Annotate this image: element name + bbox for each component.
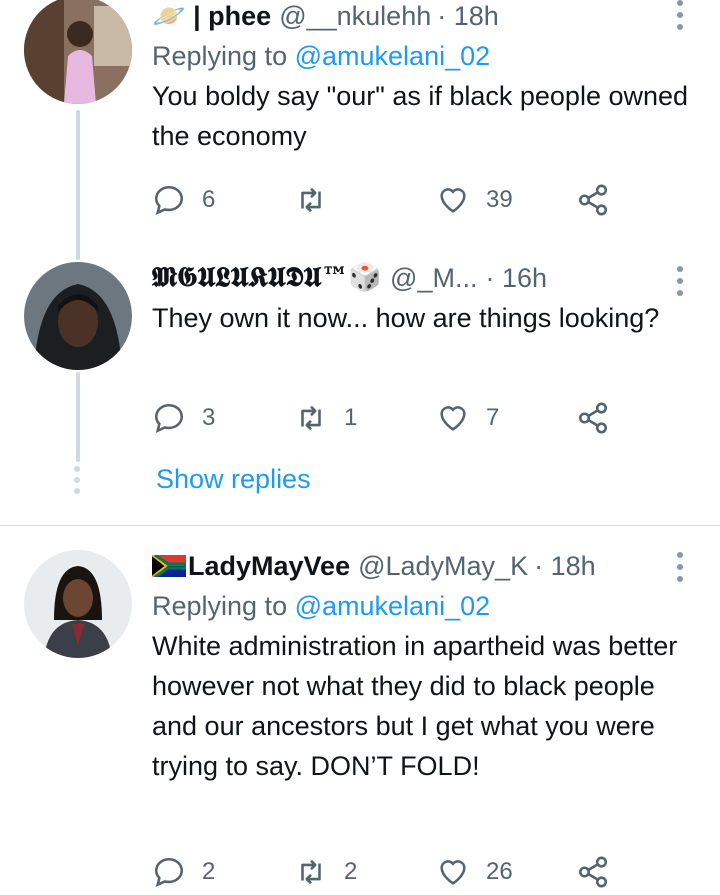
heart-icon: [440, 406, 466, 431]
handle[interactable]: @LadyMay_K: [358, 550, 528, 582]
reply-button[interactable]: 3: [152, 398, 215, 438]
handle[interactable]: @__nkulehh: [279, 0, 431, 32]
display-name[interactable]: LadyMayVee: [188, 550, 350, 582]
reply-count: 3: [202, 404, 216, 431]
retweet-count: 1: [344, 404, 358, 431]
retweet-icon: [301, 187, 321, 213]
thread-ellipsis: [74, 466, 82, 494]
mention-link[interactable]: @amukelani_02: [295, 591, 491, 621]
tweet-actions: 3 1 7: [152, 398, 642, 438]
tweet-header: 🪐 | phee @__nkulehh · 18h: [152, 0, 690, 32]
retweet-button[interactable]: 2: [294, 852, 357, 892]
share-button[interactable]: [576, 180, 626, 220]
tweet-actions: 6 39: [152, 180, 642, 220]
like-button[interactable]: 26: [436, 852, 513, 892]
mention-link[interactable]: @amukelani_02: [295, 41, 491, 71]
handle[interactable]: @_M...: [390, 262, 477, 294]
tweet-actions: 2 2 26: [152, 852, 642, 892]
tweet-1[interactable]: 🪐 | phee @__nkulehh · 18h Replying to @a…: [0, 0, 720, 260]
tweet-text: White administration in apartheid was be…: [152, 631, 678, 781]
like-button[interactable]: 39: [436, 180, 513, 220]
replying-to: Replying to @amukelani_02: [152, 40, 690, 72]
tweet-header: LadyMayVee @LadyMay_K · 18h: [152, 550, 690, 582]
retweet-button[interactable]: 1: [294, 398, 357, 438]
avatar-image: [24, 0, 132, 104]
timestamp[interactable]: · 18h: [437, 0, 499, 32]
avatar-image: [24, 262, 132, 370]
reply-button[interactable]: 6: [152, 180, 215, 220]
replying-label: Replying to: [152, 591, 288, 621]
reply-count: 6: [202, 186, 216, 213]
avatar-image: [24, 550, 132, 658]
display-name[interactable]: 𝕸𝕲𝖀𝕷𝖀𝕶𝖀𝕯𝖀™🎲: [152, 262, 382, 294]
thread-line: [76, 372, 80, 462]
avatar[interactable]: [24, 550, 132, 658]
like-count: 7: [486, 404, 500, 431]
heart-icon: [440, 860, 466, 885]
tweet-text: They own it now... how are things lookin…: [152, 303, 660, 333]
tweet-header: 𝕸𝕲𝖀𝕷𝖀𝕶𝖀𝕯𝖀™🎲 @_M... · 16h: [152, 262, 690, 294]
heart-icon: [440, 188, 466, 213]
more-options-button[interactable]: [670, 266, 690, 296]
share-button[interactable]: [576, 852, 626, 892]
retweet-button[interactable]: [294, 180, 344, 220]
like-count: 26: [486, 858, 513, 885]
retweet-icon: [301, 859, 321, 885]
south-africa-flag-icon: [152, 555, 186, 577]
show-replies-link[interactable]: Show replies: [156, 464, 311, 495]
like-count: 39: [486, 186, 513, 213]
retweet-count: 2: [344, 858, 358, 885]
share-icon: [578, 856, 608, 888]
replying-to: Replying to @amukelani_02: [152, 590, 690, 622]
replying-label: Replying to: [152, 41, 288, 71]
divider: [0, 525, 720, 526]
tweet-3[interactable]: LadyMayVee @LadyMay_K · 18h Replying to …: [0, 550, 720, 895]
tweet-text: You boldy say "our" as if black people o…: [152, 81, 689, 151]
tweet-2[interactable]: 𝕸𝕲𝖀𝕷𝖀𝕶𝖀𝕯𝖀™🎲 @_M... · 16h They own it now…: [0, 262, 720, 462]
timestamp[interactable]: · 18h: [534, 550, 596, 582]
avatar[interactable]: [24, 262, 132, 370]
reply-icon: [154, 857, 184, 888]
share-icon: [578, 402, 608, 434]
like-button[interactable]: 7: [436, 398, 499, 438]
more-options-button[interactable]: [670, 0, 690, 30]
more-options-button[interactable]: [670, 552, 690, 582]
reply-icon: [154, 185, 184, 216]
share-button[interactable]: [576, 398, 626, 438]
thread-line: [76, 110, 80, 260]
reply-count: 2: [202, 858, 216, 885]
reply-icon: [154, 403, 184, 434]
retweet-icon: [301, 405, 321, 431]
share-icon: [578, 184, 608, 216]
avatar[interactable]: [24, 0, 132, 104]
timestamp[interactable]: · 16h: [485, 262, 547, 294]
reply-button[interactable]: 2: [152, 852, 215, 892]
display-name[interactable]: 🪐 | phee: [152, 0, 271, 32]
